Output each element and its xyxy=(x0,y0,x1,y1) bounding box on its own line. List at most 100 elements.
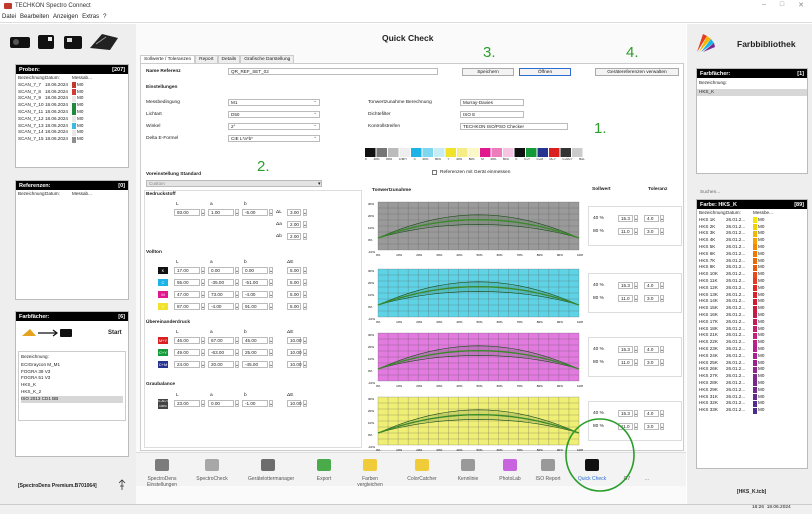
value-field[interactable]: 47.00 xyxy=(174,291,200,298)
spinner-icon[interactable]: ▴ xyxy=(235,349,239,356)
table-row[interactable]: HKS 11K 26.01.2... M0 xyxy=(699,278,805,285)
spinner-icon[interactable]: ▴ xyxy=(303,221,307,228)
toleranz-field[interactable]: 3.0 xyxy=(644,423,659,430)
spinner-icon[interactable]: ▴ xyxy=(303,337,307,344)
value-field[interactable]: 45.00 xyxy=(242,337,268,344)
value-field[interactable]: 1.00 xyxy=(208,209,234,216)
spinner-icon[interactable]: ▴ xyxy=(201,349,205,356)
setting-select[interactable]: D50 xyxy=(228,111,320,118)
table-row[interactable]: HKS 13K 26.01.2... M0 xyxy=(699,292,805,299)
list-item[interactable]: ISO 2013 CD1 BB xyxy=(21,395,123,403)
table-row[interactable]: HKS 4K 26.01.2... M0 xyxy=(699,237,805,244)
setting-select[interactable]: Murray-Davies xyxy=(460,99,524,106)
value-field[interactable]: -1.00 xyxy=(242,400,268,407)
maximize-icon[interactable]: □ xyxy=(780,1,784,9)
spinner-icon[interactable]: ▴ xyxy=(634,282,638,289)
spinner-icon[interactable]: ▴ xyxy=(201,337,205,344)
table-row[interactable]: HKS 22K 26.01.2... M0 xyxy=(699,339,805,346)
menu-item[interactable]: Extras xyxy=(82,14,99,20)
open-button[interactable]: Öffnen xyxy=(519,68,571,76)
toleranz-field[interactable]: 4.0 xyxy=(644,410,659,417)
search-input[interactable]: Suchen... xyxy=(700,190,720,195)
value-field[interactable]: 10.00 xyxy=(287,361,302,368)
table-row[interactable]: HKS 7K 26.01.2... M0 xyxy=(699,258,805,265)
table-row[interactable]: HKS 3K 26.01.2... M0 xyxy=(699,230,805,237)
table-row[interactable]: HKS 23K 26.01.2... M0 xyxy=(699,346,805,353)
ref-device-checkbox[interactable] xyxy=(432,170,437,175)
toolbar-icon[interactable] xyxy=(541,459,555,471)
value-field[interactable]: 24.00 xyxy=(174,361,200,368)
tab[interactable]: Report xyxy=(195,55,218,63)
value-field[interactable]: 2.00 xyxy=(287,233,301,240)
spinner-icon[interactable]: ▴ xyxy=(303,267,307,274)
spinner-icon[interactable]: ▴ xyxy=(634,295,638,302)
spinner-icon[interactable]: ▴ xyxy=(660,423,664,430)
spinner-icon[interactable]: ▴ xyxy=(235,267,239,274)
spinner-icon[interactable]: ▴ xyxy=(303,279,307,286)
spinner-icon[interactable]: ▴ xyxy=(634,346,638,353)
setting-select[interactable]: CIE L*a*b* xyxy=(228,135,320,142)
tab[interactable]: Details xyxy=(217,55,241,63)
spinner-icon[interactable]: ▴ xyxy=(303,291,307,298)
toleranz-field[interactable]: 3.0 xyxy=(644,295,659,302)
toolbar-item[interactable]: Gerätelottermanager xyxy=(248,476,294,482)
table-row[interactable]: HKS 26K 26.01.2... M0 xyxy=(699,366,805,373)
toleranz-field[interactable]: 3.0 xyxy=(644,228,659,235)
spinner-icon[interactable]: ▴ xyxy=(201,291,205,298)
value-field[interactable]: 25.00 xyxy=(242,349,268,356)
toolbar-item[interactable]: Farben vergleichen xyxy=(350,476,390,488)
name-ref-input[interactable]: QR_REF_SET_02 xyxy=(228,68,438,75)
value-field[interactable]: 87.00 xyxy=(174,303,200,310)
table-row[interactable]: HKS 27K 26.01.2... M0 xyxy=(699,373,805,380)
value-field[interactable]: -63.00 xyxy=(208,349,234,356)
value-field[interactable]: 3.00 xyxy=(287,209,301,216)
table-row[interactable]: SCAN_7_14 18.06.2024 M0 xyxy=(18,129,126,136)
value-field[interactable]: -5.00 xyxy=(242,209,268,216)
spinner-icon[interactable]: ▴ xyxy=(303,349,307,356)
value-field[interactable]: 46.00 xyxy=(174,337,200,344)
table-row[interactable]: HKS 5K 26.01.2... M0 xyxy=(699,244,805,251)
table-row[interactable]: HKS 16K 26.01.2... M0 xyxy=(699,312,805,319)
save-button[interactable]: Speichern xyxy=(462,68,514,76)
spinner-icon[interactable]: ▴ xyxy=(660,410,664,417)
toolbar-item[interactable]: PhotoLab xyxy=(490,476,530,482)
list-item[interactable]: HKS_K xyxy=(21,382,123,389)
spinner-icon[interactable]: ▴ xyxy=(269,303,273,310)
sollwert-field[interactable]: 15.3 xyxy=(618,346,633,353)
table-row[interactable]: SCAN_7_13 18.06.2024 M0 xyxy=(18,123,126,130)
table-row[interactable]: HKS 10K 26.01.2... M0 xyxy=(699,271,805,278)
spinner-icon[interactable]: ▴ xyxy=(660,295,664,302)
spinner-icon[interactable]: ▴ xyxy=(303,233,307,240)
minimize-icon[interactable]: – xyxy=(762,1,766,9)
toleranz-field[interactable]: 4.0 xyxy=(644,346,659,353)
sollwert-field[interactable]: 15.3 xyxy=(618,215,633,222)
spinner-icon[interactable]: ▴ xyxy=(660,359,664,366)
toolbar-item[interactable]: SpectroDens Einstellungen xyxy=(142,476,182,488)
table-row[interactable]: HKS 17K 26.01.2... M0 xyxy=(699,319,805,326)
sollwert-field[interactable]: 15.3 xyxy=(618,282,633,289)
menu-item[interactable]: Datei xyxy=(2,14,16,20)
toolbar-icon[interactable] xyxy=(261,459,275,471)
spinner-icon[interactable]: ▴ xyxy=(235,291,239,298)
value-field[interactable]: 2.00 xyxy=(287,221,301,228)
table-row[interactable]: HKS 32K 26.01.2... M0 xyxy=(699,400,805,407)
setting-select[interactable]: 2° xyxy=(228,123,320,130)
tab[interactable]: Sollwerte / Toleranzen xyxy=(140,55,196,63)
spinner-icon[interactable]: ▴ xyxy=(269,279,273,286)
value-field[interactable]: 5.00 xyxy=(287,303,301,310)
table-row[interactable]: HKS 15K 26.01.2... M0 xyxy=(699,305,805,312)
spinner-icon[interactable]: ▴ xyxy=(201,209,205,216)
spinner-icon[interactable]: ▴ xyxy=(235,361,239,368)
toleranz-field[interactable]: 4.0 xyxy=(644,215,659,222)
table-row[interactable]: HKS 2K 26.01.2... M0 xyxy=(699,224,805,231)
spinner-icon[interactable]: ▴ xyxy=(269,267,273,274)
spinner-icon[interactable]: ▴ xyxy=(269,337,273,344)
spinner-icon[interactable]: ▴ xyxy=(269,291,273,298)
table-row[interactable]: HKS 6K 26.01.2... M0 xyxy=(699,251,805,258)
spinner-icon[interactable]: ▴ xyxy=(634,228,638,235)
toolbar-icon[interactable] xyxy=(640,459,654,471)
list-item[interactable]: ECIGraycon M_M1 xyxy=(21,362,123,369)
table-row[interactable]: HKS 25K 26.01.2... M0 xyxy=(699,360,805,367)
sollwert-field[interactable]: 11.0 xyxy=(618,359,633,366)
table-row[interactable]: HKS 12K 26.01.2... M0 xyxy=(699,285,805,292)
